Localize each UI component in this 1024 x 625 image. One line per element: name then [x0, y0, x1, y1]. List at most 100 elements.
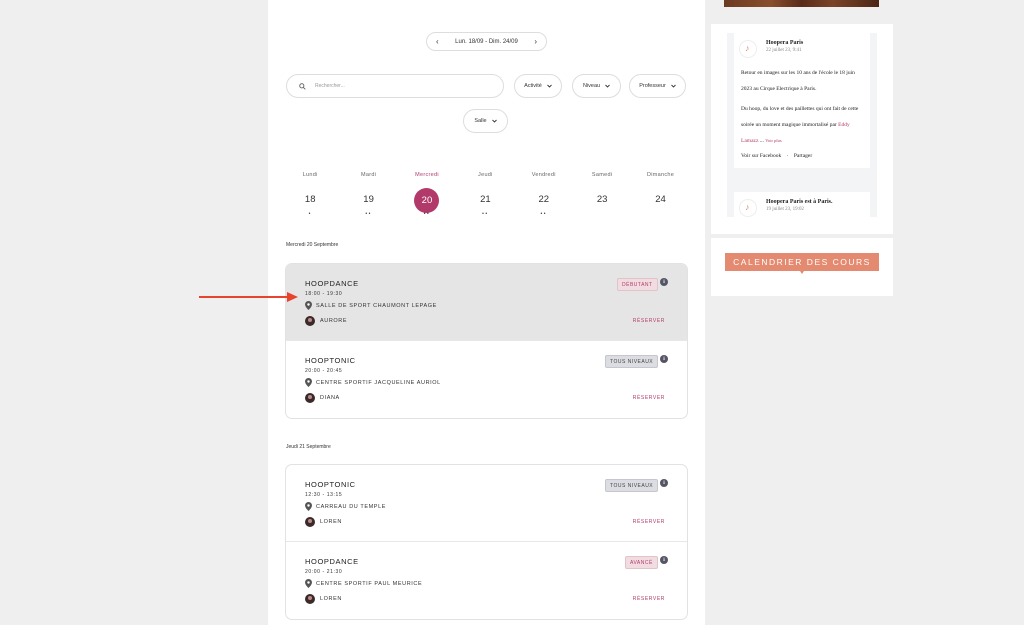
post-paragraph: Retour en images sur les 10 ans de l'éco…	[741, 70, 855, 92]
info-icon[interactable]: i	[660, 556, 668, 564]
day-number: 19	[363, 194, 374, 205]
professeur-filter-label: Professeur	[639, 83, 666, 89]
day-sunday[interactable]: Dimanche 24	[631, 172, 689, 222]
day-name: Lundi	[302, 172, 318, 178]
reserve-button[interactable]: RÉSERVER	[633, 395, 665, 401]
annotation-arrow-icon	[199, 292, 298, 302]
class-card[interactable]: HOOPDANCE 20:00 - 21:30 CENTRE SPORTIF P…	[286, 542, 687, 619]
teacher-name: LOREN	[320, 519, 342, 525]
class-card[interactable]: HOOPDANCE 18:00 - 19:30 SALLE DE SPORT C…	[286, 264, 687, 341]
post-author[interactable]: Hoopera Paris est à Paris.	[766, 199, 833, 205]
class-title: HOOPDANCE	[305, 557, 359, 566]
class-time: 20:00 - 20:45	[305, 368, 343, 374]
day-name: Jeudi	[478, 172, 493, 178]
niveau-filter[interactable]: Niveau	[572, 74, 621, 98]
class-location: SALLE DE SPORT CHAUMONT LEPAGE	[305, 301, 437, 310]
next-week-icon[interactable]: ›	[534, 37, 537, 46]
salle-filter[interactable]: Salle	[463, 109, 508, 133]
class-location: CARREAU DU TEMPLE	[305, 502, 386, 511]
hoopera-logo-icon	[739, 199, 757, 217]
teacher-name: AURORE	[320, 318, 348, 324]
hoopera-logo-icon	[739, 40, 757, 58]
class-location-text: CARREAU DU TEMPLE	[316, 503, 386, 510]
niveau-filter-label: Niveau	[582, 83, 601, 89]
location-pin-icon	[305, 579, 312, 588]
day-number: 22	[538, 194, 550, 205]
day-number: 24	[655, 194, 666, 205]
reserve-button[interactable]: RÉSERVER	[633, 596, 665, 602]
share-link[interactable]: Partager	[794, 153, 812, 159]
day-thursday[interactable]: Jeudi 21 ••	[456, 172, 514, 222]
chevron-down-icon	[605, 84, 610, 88]
post-date: 19 juillet 23, 19:02	[766, 207, 805, 212]
search-input[interactable]: Rechercher...	[286, 74, 504, 98]
see-more-link[interactable]: Voir plus	[765, 138, 781, 143]
day-dots: ••	[423, 211, 431, 217]
class-list: HOOPTONIC 12:30 - 13:15 CARREAU DU TEMPL…	[285, 464, 688, 620]
chevron-down-icon	[547, 84, 552, 88]
class-location: CENTRE SPORTIF PAUL MEURICE	[305, 579, 422, 588]
class-location-text: SALLE DE SPORT CHAUMONT LEPAGE	[316, 302, 437, 309]
level-badge: AVANCÉ	[625, 556, 658, 569]
professeur-filter[interactable]: Professeur	[629, 74, 686, 98]
location-pin-icon	[305, 378, 312, 387]
schedule-panel: ‹ Lun. 18/09 - Dim. 24/09 › Rechercher..…	[268, 0, 705, 625]
day-dots	[631, 212, 689, 218]
post-author[interactable]: Hoopera Paris	[766, 40, 803, 46]
reserve-button[interactable]: RÉSERVER	[633, 519, 665, 525]
teacher-avatar	[305, 517, 315, 527]
post-body: Retour en images sur les 10 ans de l'éco…	[734, 65, 870, 149]
day-dots: ••	[482, 211, 489, 217]
day-dots: ••	[365, 211, 372, 217]
class-card[interactable]: HOOPTONIC 12:30 - 13:15 CARREAU DU TEMPL…	[286, 465, 687, 542]
facebook-feed: Hoopera Paris 22 juillet 23, 9:41 Retour…	[727, 33, 877, 217]
day-number: 23	[596, 194, 608, 205]
day-name: Vendredi	[531, 172, 556, 178]
day-name: Mercredi	[415, 172, 439, 178]
facebook-post: Hoopera Paris est à Paris. 19 juillet 23…	[734, 192, 870, 217]
post-paragraph: Du hoop, du love et des paillettes qui o…	[741, 106, 859, 144]
class-time: 20:00 - 21:30	[305, 569, 343, 575]
class-location-text: CENTRE SPORTIF PAUL MEURICE	[316, 580, 423, 587]
day-friday[interactable]: Vendredi 22 ••	[515, 172, 573, 222]
reserve-button[interactable]: RÉSERVER	[633, 318, 665, 324]
date-heading: Mercredi 20 Septembre	[286, 242, 339, 248]
teacher-name: DIANA	[320, 395, 340, 401]
level-badge: DÉBUTANT	[617, 278, 658, 291]
class-card[interactable]: HOOPTONIC 20:00 - 20:45 CENTRE SPORTIF J…	[286, 341, 687, 418]
level-badge: TOUS NIVEAUX	[605, 479, 659, 492]
class-time: 12:30 - 13:15	[305, 492, 343, 498]
calendar-banner[interactable]: CALENDRIER DES COURS	[725, 253, 879, 271]
info-icon[interactable]: i	[660, 479, 668, 487]
salle-filter-label: Salle	[474, 118, 487, 124]
search-icon	[299, 82, 306, 90]
day-saturday[interactable]: Samedi 23	[573, 172, 631, 222]
day-wednesday[interactable]: Mercredi 20 ••	[398, 172, 456, 222]
teacher-avatar	[305, 594, 315, 604]
day-name: Mardi	[360, 172, 377, 178]
post-actions: Voir sur Facebook · Partager	[741, 153, 813, 159]
teacher-avatar	[305, 316, 315, 326]
prev-week-icon[interactable]: ‹	[436, 37, 439, 46]
week-navigator: ‹ Lun. 18/09 - Dim. 24/09 ›	[426, 32, 547, 51]
view-on-facebook-link[interactable]: Voir sur Facebook	[741, 153, 781, 159]
class-time: 18:00 - 19:30	[305, 291, 343, 297]
day-monday[interactable]: Lundi 18 •	[281, 172, 339, 222]
banner-pointer	[800, 271, 804, 274]
day-tuesday[interactable]: Mardi 19 ••	[339, 172, 397, 222]
sidebar: Hoopera Paris 22 juillet 23, 9:41 Retour…	[711, 0, 893, 625]
class-teacher: DIANA	[305, 393, 340, 403]
chevron-down-icon	[670, 84, 676, 88]
day-name: Dimanche	[646, 172, 675, 178]
class-title: HOOPTONIC	[305, 356, 356, 365]
calendar-widget: CALENDRIER DES COURS	[711, 238, 893, 296]
facebook-post: Hoopera Paris 22 juillet 23, 9:41 Retour…	[734, 33, 870, 168]
class-location-text: CENTRE SPORTIF JACQUELINE AURIOL	[316, 379, 441, 386]
activite-filter[interactable]: Activité	[514, 74, 562, 98]
info-icon[interactable]: i	[660, 278, 668, 286]
day-number: 18	[304, 194, 316, 205]
location-pin-icon	[305, 301, 312, 310]
info-icon[interactable]: i	[660, 355, 668, 363]
class-title: HOOPTONIC	[305, 480, 356, 489]
day-dots	[573, 212, 631, 218]
